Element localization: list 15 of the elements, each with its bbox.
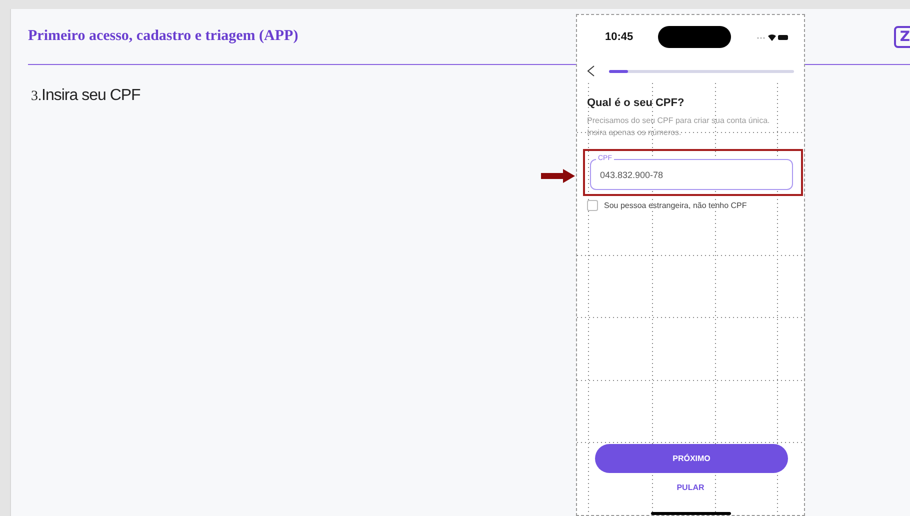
step-number: 3.	[31, 89, 42, 105]
next-button[interactable]: PRÓXIMO	[595, 444, 788, 473]
checkbox[interactable]	[587, 200, 598, 211]
step-title: Insira seu CPF	[42, 87, 140, 105]
skip-link[interactable]: PULAR	[676, 483, 704, 492]
checkbox-label: Sou pessoa estrangeira, não tenho CPF	[604, 201, 747, 210]
question-title: Qual é o seu CPF?	[587, 97, 686, 109]
status-time: 10:45	[605, 31, 634, 43]
status-icons	[756, 33, 788, 41]
back-chevron-icon[interactable]	[587, 65, 595, 77]
field-value: 043.832.900-78	[600, 170, 664, 180]
description-text: Precisamos do seu CPF para criar sua conta única. Insira apenas os números.	[587, 115, 771, 139]
logo: Z	[894, 26, 910, 48]
arrow-icon	[541, 169, 575, 183]
page-title: Primeiro acesso, cadastro e triagem (APP)	[28, 28, 298, 45]
